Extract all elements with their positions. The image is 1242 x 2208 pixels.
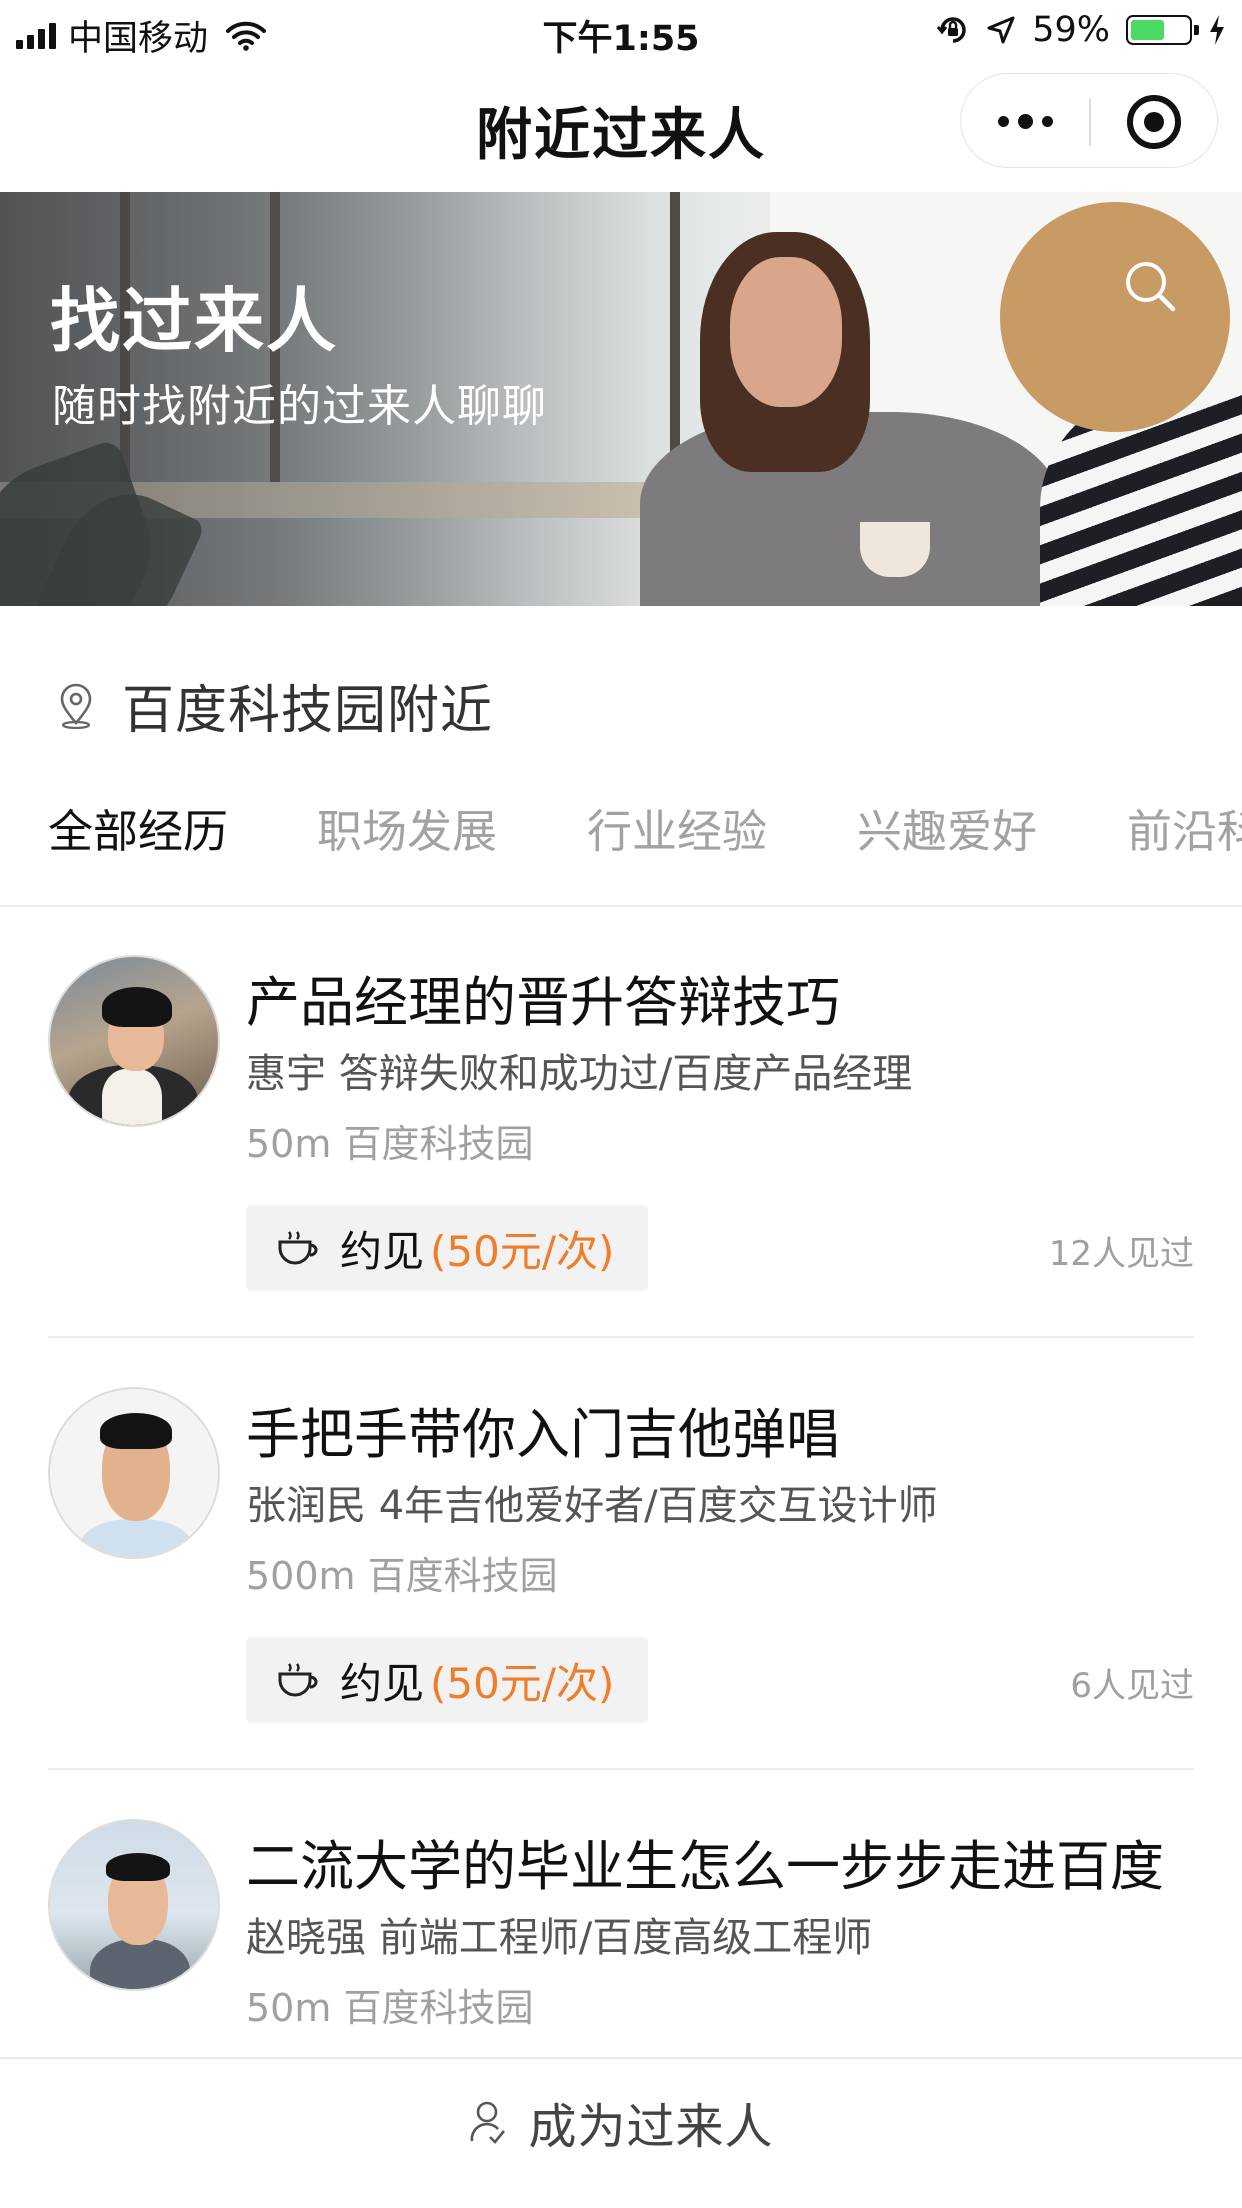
list-item[interactable]: 二流大学的毕业生怎么一步步走进百度 赵晓强 前端工程师/百度高级工程师 50m … [0,1772,1242,2057]
item-location: 50m 百度科技园 [246,1122,534,1166]
book-meeting-button[interactable]: 约见 (50元/次) [246,1205,648,1291]
item-location: 500m 百度科技园 [246,1554,558,1598]
orientation-lock-icon [937,17,966,43]
item-title[interactable]: 手把手带你入门吉他弹唱 [246,1390,840,1469]
coffee-cup-shape [860,522,930,577]
list-item[interactable]: 产品经理的晋升答辩技巧 惠宇 答辩失败和成功过/百度产品经理 50m 百度科技园… [0,908,1242,1338]
navigation-bar: 附近过来人 [0,62,1242,192]
charging-bolt-icon [1210,15,1224,45]
become-mentor-label: 成为过来人 [528,2098,774,2155]
tab-frontier-tech[interactable]: 前沿科 [1127,795,1242,860]
avatar [48,1387,220,1559]
search-icon[interactable] [1122,258,1178,314]
status-right: 59% [936,10,1226,50]
person-icon [471,2101,506,2144]
meet-price: (50元/次) [430,1226,615,1276]
location-row[interactable]: 百度科技园附近 [56,668,493,743]
avatar [48,1819,220,1991]
dot-icon [1041,116,1053,127]
hero-banner[interactable]: 找过来人 随时找附近的过来人聊聊 [0,192,1242,606]
app-screen: 中国移动 下午1:55 59% 附近过来人 找过来人 随时找附近的过来人聊聊 百… [0,0,1242,2208]
item-description: 惠宇 答辩失败和成功过/百度产品经理 [246,1051,913,1097]
become-mentor-bar[interactable]: 成为过来人 [0,2057,1242,2208]
meet-label: 约见 [340,1658,425,1708]
tab-industry-experience[interactable]: 行业经验 [587,795,767,860]
status-bar: 中国移动 下午1:55 59% [0,0,1242,62]
item-title[interactable]: 二流大学的毕业生怎么一步步走进百度 [246,1822,1164,1901]
more-options-button[interactable] [961,74,1089,169]
close-mini-program-button[interactable] [1090,74,1218,169]
banner-title: 找过来人 [50,280,338,362]
meet-label: 约见 [340,1226,425,1276]
location-text: 百度科技园附近 [122,681,494,741]
battery-icon [1126,15,1199,45]
coffee-cup-icon [278,1231,318,1265]
mini-program-capsule [960,73,1218,168]
item-divider [48,1336,1194,1338]
battery-fill [1131,20,1165,40]
item-description: 赵晓强 前端工程师/百度高级工程师 [246,1915,873,1961]
dot-icon [997,116,1009,127]
meet-price: (50元/次) [430,1658,615,1708]
item-location: 50m 百度科技园 [246,1986,534,2030]
coffee-cup-icon [278,1663,318,1697]
list-item[interactable]: 手把手带你入门吉他弹唱 张润民 4年吉他爱好者/百度交互设计师 500m 百度科… [0,1340,1242,1770]
book-meeting-button[interactable]: 约见 (50元/次) [246,1637,648,1723]
battery-percent: 59% [1032,10,1110,50]
tab-hobbies[interactable]: 兴趣爱好 [857,795,1037,860]
tab-all-experience[interactable]: 全部经历 [48,795,228,860]
item-description: 张润民 4年吉他爱好者/百度交互设计师 [246,1483,938,1529]
dot-icon [1017,114,1033,129]
avatar [48,955,220,1127]
category-tabs: 全部经历 职场发展 行业经验 兴趣爱好 前沿科 [0,795,1242,905]
location-arrow-icon [987,16,1015,44]
seen-count: 12人见过 [1048,1234,1194,1274]
item-title[interactable]: 产品经理的晋升答辩技巧 [246,958,840,1037]
item-divider [48,1768,1194,1770]
banner-subtitle: 随时找附近的过来人聊聊 [52,381,547,432]
tabs-divider [0,905,1242,907]
tab-career-development[interactable]: 职场发展 [317,795,497,860]
seen-count: 6人见过 [1070,1666,1194,1706]
target-icon [1127,94,1181,149]
location-pin-icon [60,683,92,729]
